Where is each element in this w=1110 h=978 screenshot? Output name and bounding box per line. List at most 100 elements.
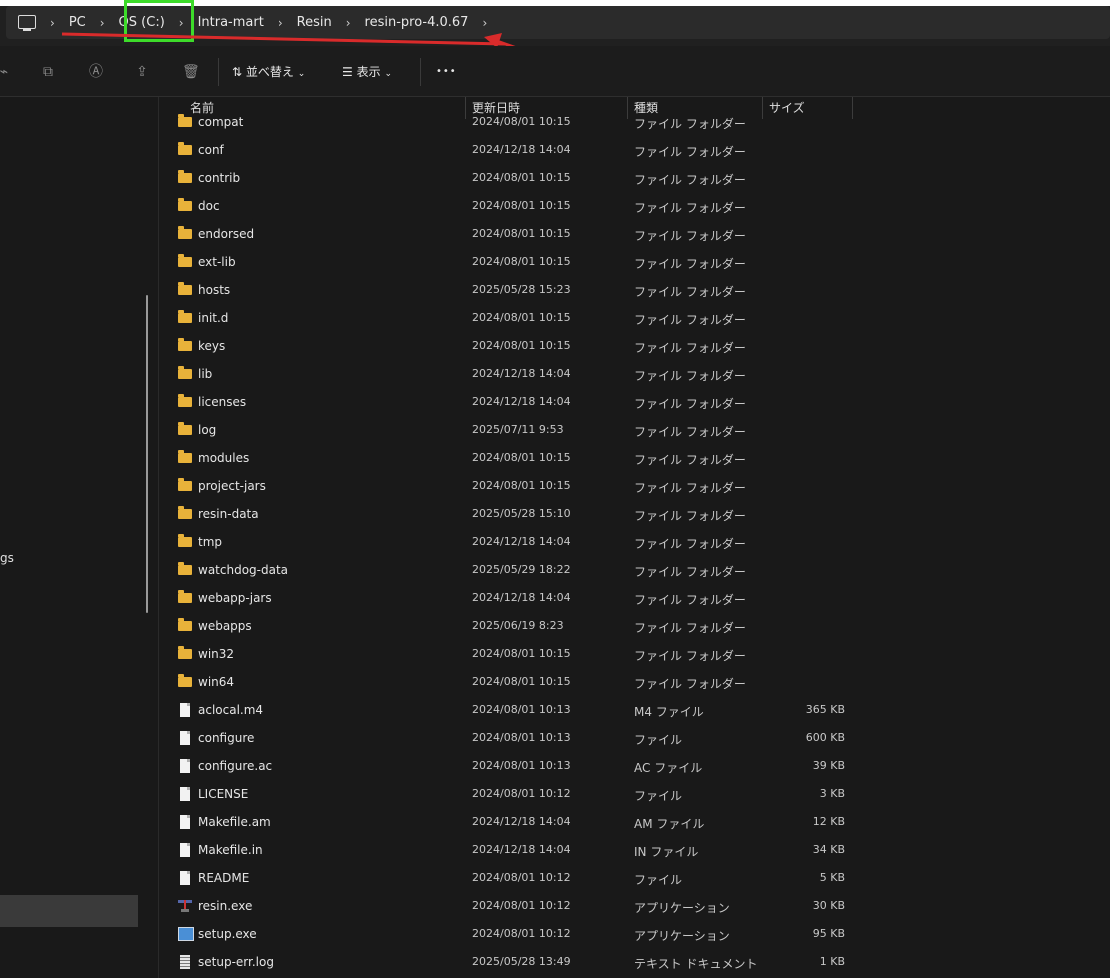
file-name: conf (198, 143, 224, 157)
file-type: ファイル (634, 873, 683, 887)
modified-date: 2025/05/28 15:23 (472, 283, 571, 296)
modified-date: 2024/12/18 14:04 (472, 367, 571, 380)
file-name: init.d (198, 311, 229, 325)
table-row[interactable]: resin-data 2025/05/28 15:10 ファイル フォルダー (159, 501, 1110, 529)
table-row[interactable]: log 2025/07/11 9:53 ファイル フォルダー (159, 417, 1110, 445)
table-row[interactable]: ext-lib 2024/08/01 10:15 ファイル フォルダー (159, 249, 1110, 277)
file-name: configure (198, 731, 255, 745)
file-icon (178, 703, 190, 719)
chevron-right-icon[interactable]: › (96, 16, 109, 30)
table-row[interactable]: win32 2024/08/01 10:15 ファイル フォルダー (159, 641, 1110, 669)
table-row[interactable]: resin.exe 2024/08/01 10:12 アプリケーション 30 KB (159, 893, 1110, 921)
table-row[interactable]: init.d 2024/08/01 10:15 ファイル フォルダー (159, 305, 1110, 333)
table-row[interactable]: hosts 2025/05/28 15:23 ファイル フォルダー (159, 277, 1110, 305)
view-button[interactable]: ☰ 表示 ⌄ (342, 60, 392, 84)
folder-icon (178, 254, 192, 267)
file-type: ファイル フォルダー (634, 425, 746, 439)
folder-icon (178, 366, 192, 379)
file-name: licenses (198, 395, 247, 409)
modified-date: 2024/08/01 10:15 (472, 479, 571, 492)
table-row[interactable]: tmp 2024/12/18 14:04 ファイル フォルダー (159, 529, 1110, 557)
rename-icon[interactable]: Ⓐ (88, 64, 104, 80)
table-row[interactable]: licenses 2024/12/18 14:04 ファイル フォルダー (159, 389, 1110, 417)
folder-icon (178, 534, 192, 547)
sort-button[interactable]: ⇅ 並べ替え ⌄ (232, 60, 305, 84)
file-name: configure.ac (198, 759, 273, 773)
breadcrumb-resin-pro[interactable]: resin-pro-4.0.67 (355, 9, 479, 37)
table-row[interactable]: project-jars 2024/08/01 10:15 ファイル フォルダー (159, 473, 1110, 501)
command-bar: ⌁ ⧉ Ⓐ ⇪ 🗑 ⇅ 並べ替え ⌄ ☰ 表示 ⌄ ••• (0, 46, 1110, 97)
modified-date: 2024/12/18 14:04 (472, 395, 571, 408)
file-size: 5 KB (819, 871, 845, 884)
modified-date: 2024/08/01 10:15 (472, 675, 571, 688)
file-icon (178, 731, 190, 747)
chevron-right-icon[interactable]: › (478, 16, 491, 30)
file-type: ファイル フォルダー (634, 649, 746, 663)
breadcrumb-intra-mart[interactable]: Intra-mart (188, 9, 274, 37)
folder-icon (178, 646, 192, 659)
table-row[interactable]: endorsed 2024/08/01 10:15 ファイル フォルダー (159, 221, 1110, 249)
file-name: tmp (198, 535, 223, 549)
file-rows: compat 2024/08/01 10:15 ファイル フォルダー conf 2024… (159, 109, 1110, 977)
file-name: Makefile.in (198, 843, 263, 857)
file-name: hosts (198, 283, 231, 297)
file-name: endorsed (198, 227, 255, 241)
more-options-button[interactable]: ••• (436, 60, 457, 84)
computer-icon[interactable] (18, 14, 36, 31)
file-type: ファイル フォルダー (634, 145, 746, 159)
table-row[interactable]: Makefile.am 2024/12/18 14:04 AM ファイル 12 KB (159, 809, 1110, 837)
sidebar-item-partial[interactable]: gs (0, 551, 14, 565)
chevron-right-icon[interactable]: › (274, 16, 287, 30)
chevron-right-icon[interactable]: › (46, 16, 59, 30)
table-row[interactable]: keys 2024/08/01 10:15 ファイル フォルダー (159, 333, 1110, 361)
file-name: doc (198, 199, 220, 213)
file-name: setup.exe (198, 927, 257, 941)
file-icon (178, 871, 190, 887)
file-type: ファイル フォルダー (634, 229, 746, 243)
resin-app-icon (178, 900, 192, 915)
table-row[interactable]: webapp-jars 2024/12/18 14:04 ファイル フォルダー (159, 585, 1110, 613)
file-name: LICENSE (198, 787, 249, 801)
sort-ascending-icon: ^ (319, 97, 327, 102)
table-row[interactable]: aclocal.m4 2024/08/01 10:13 M4 ファイル 365 KB (159, 697, 1110, 725)
file-list: 名前 ^ 更新日時 種類 サイズ compat2024/08/01 10:15フ… (159, 97, 1110, 978)
file-name: ext-lib (198, 255, 236, 269)
table-row[interactable]: setup-err.log 2025/05/28 13:49 テキスト ドキュメント… (159, 949, 1110, 977)
copy-icon[interactable]: ⧉ (40, 64, 56, 80)
share-icon[interactable]: ⇪ (134, 64, 150, 80)
file-type: ファイル フォルダー (634, 621, 746, 635)
table-row[interactable]: lib 2024/12/18 14:04 ファイル フォルダー (159, 361, 1110, 389)
modified-date: 2024/08/01 10:15 (472, 115, 571, 128)
table-row[interactable]: webapps 2025/06/19 8:23 ファイル フォルダー (159, 613, 1110, 641)
table-row[interactable]: setup.exe 2024/08/01 10:12 アプリケーション 95 KB (159, 921, 1110, 949)
file-type: ファイル フォルダー (634, 313, 746, 327)
folder-icon (178, 394, 192, 407)
table-row[interactable]: contrib 2024/08/01 10:15 ファイル フォルダー (159, 165, 1110, 193)
file-size: 39 KB (812, 759, 845, 772)
table-row[interactable]: LICENSE 2024/08/01 10:12 ファイル 3 KB (159, 781, 1110, 809)
toolbar-divider (420, 58, 421, 86)
file-icon (178, 815, 190, 831)
table-row[interactable]: win64 2024/08/01 10:15 ファイル フォルダー (159, 669, 1110, 697)
table-row[interactable]: compat 2024/08/01 10:15 ファイル フォルダー (159, 109, 1110, 137)
table-row[interactable]: configure 2024/08/01 10:13 ファイル 600 KB (159, 725, 1110, 753)
table-row[interactable]: conf 2024/12/18 14:04 ファイル フォルダー (159, 137, 1110, 165)
delete-icon[interactable]: 🗑 (182, 64, 200, 80)
table-row[interactable]: watchdog-data 2025/05/29 18:22 ファイル フォルダー (159, 557, 1110, 585)
table-row[interactable]: modules 2024/08/01 10:15 ファイル フォルダー (159, 445, 1110, 473)
file-name: project-jars (198, 479, 266, 493)
table-row[interactable]: configure.ac 2024/08/01 10:13 AC ファイル 39 KB (159, 753, 1110, 781)
file-type: アプリケーション (634, 901, 730, 915)
table-row[interactable]: README 2024/08/01 10:12 ファイル 5 KB (159, 865, 1110, 893)
breadcrumb-pc[interactable]: PC (59, 9, 96, 37)
file-name: watchdog-data (198, 563, 289, 577)
table-row[interactable]: doc 2024/08/01 10:15 ファイル フォルダー (159, 193, 1110, 221)
sidebar-item-selected[interactable] (0, 895, 138, 927)
file-size: 1 KB (819, 955, 845, 968)
cut-icon[interactable]: ⌁ (0, 64, 12, 80)
sidebar-scrollbar[interactable] (146, 295, 148, 613)
chevron-right-icon[interactable]: › (342, 16, 355, 30)
breadcrumb-resin[interactable]: Resin (287, 9, 342, 37)
table-row[interactable]: Makefile.in 2024/12/18 14:04 IN ファイル 34 KB (159, 837, 1110, 865)
chevron-down-icon: ⌄ (297, 69, 306, 79)
